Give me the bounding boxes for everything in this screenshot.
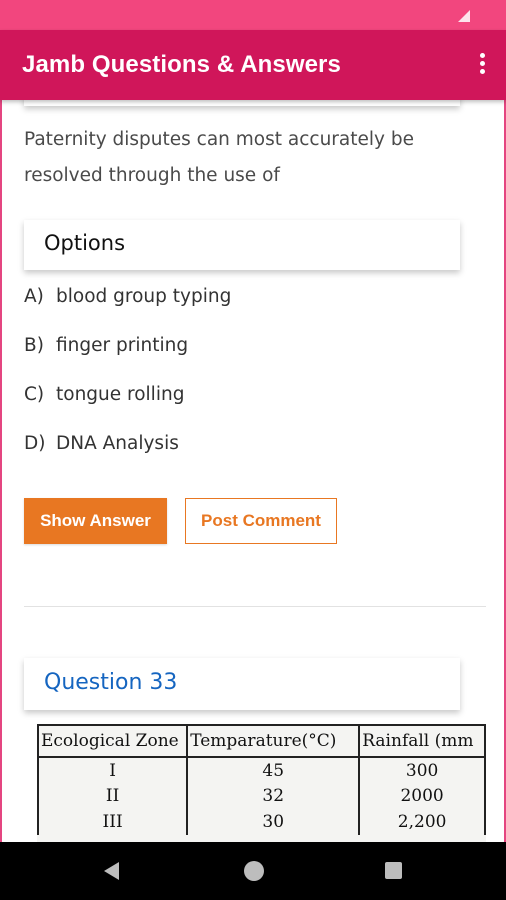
question-header-card: Question 33	[24, 658, 460, 710]
option-b[interactable]: B) finger printing	[24, 335, 188, 356]
option-c[interactable]: C) tongue rolling	[24, 384, 184, 405]
option-text: finger printing	[56, 335, 189, 356]
table-header-rainfall: Rainfall (mm	[358, 724, 486, 758]
app-bar: Jamb Questions & Answers	[0, 30, 506, 100]
table-cell: 30	[186, 809, 361, 835]
show-answer-button[interactable]: Show Answer	[24, 498, 167, 544]
table-cell: I	[37, 757, 189, 783]
table-cell: 300	[358, 757, 486, 783]
more-vert-icon[interactable]	[478, 53, 486, 77]
table-cell: II	[37, 783, 189, 809]
table-row: III 30 2,200	[37, 809, 486, 835]
table-cell: 2000	[358, 783, 486, 809]
table-cell: 45	[186, 757, 361, 783]
signal-icon	[458, 10, 470, 22]
scanned-table: Ecological Zone Temparature(°C) Rainfall…	[37, 724, 486, 835]
previous-card-edge	[24, 100, 460, 106]
recents-icon[interactable]	[385, 862, 402, 879]
option-letter: C)	[24, 384, 45, 405]
option-letter: D)	[24, 433, 46, 454]
question-image: Ecological Zone Temparature(°C) Rainfall…	[37, 724, 486, 842]
table-cell: 32	[186, 783, 361, 809]
table-row: I 45 300	[37, 757, 486, 783]
option-letter: A)	[24, 286, 44, 307]
table-cell: III	[37, 809, 189, 835]
back-icon[interactable]	[104, 862, 119, 880]
table-header-temperature: Temparature(°C)	[186, 724, 361, 758]
divider	[24, 606, 486, 607]
options-title: Options	[44, 231, 126, 255]
app-title: Jamb Questions & Answers	[22, 51, 341, 78]
question-number-title: Question 33	[44, 670, 178, 695]
option-a[interactable]: A) blood group typing	[24, 286, 231, 307]
options-header-card: Options	[24, 220, 460, 270]
table-header-zone: Ecological Zone	[37, 724, 189, 758]
option-text: tongue rolling	[56, 384, 185, 405]
table-row: II 32 2000	[37, 783, 486, 809]
table-cell: 2,200	[358, 809, 486, 835]
status-bar	[0, 0, 506, 30]
question-text: Paternity disputes can most accurately b…	[24, 129, 414, 186]
navigation-bar	[0, 842, 506, 900]
option-letter: B)	[24, 335, 44, 356]
home-icon[interactable]	[244, 861, 264, 881]
post-comment-button[interactable]: Post Comment	[185, 498, 337, 544]
option-text: DNA Analysis	[56, 433, 179, 454]
option-text: blood group typing	[56, 286, 232, 307]
option-d[interactable]: D) DNA Analysis	[24, 433, 179, 454]
content-area[interactable]: Paternity disputes can most accurately b…	[0, 100, 506, 842]
